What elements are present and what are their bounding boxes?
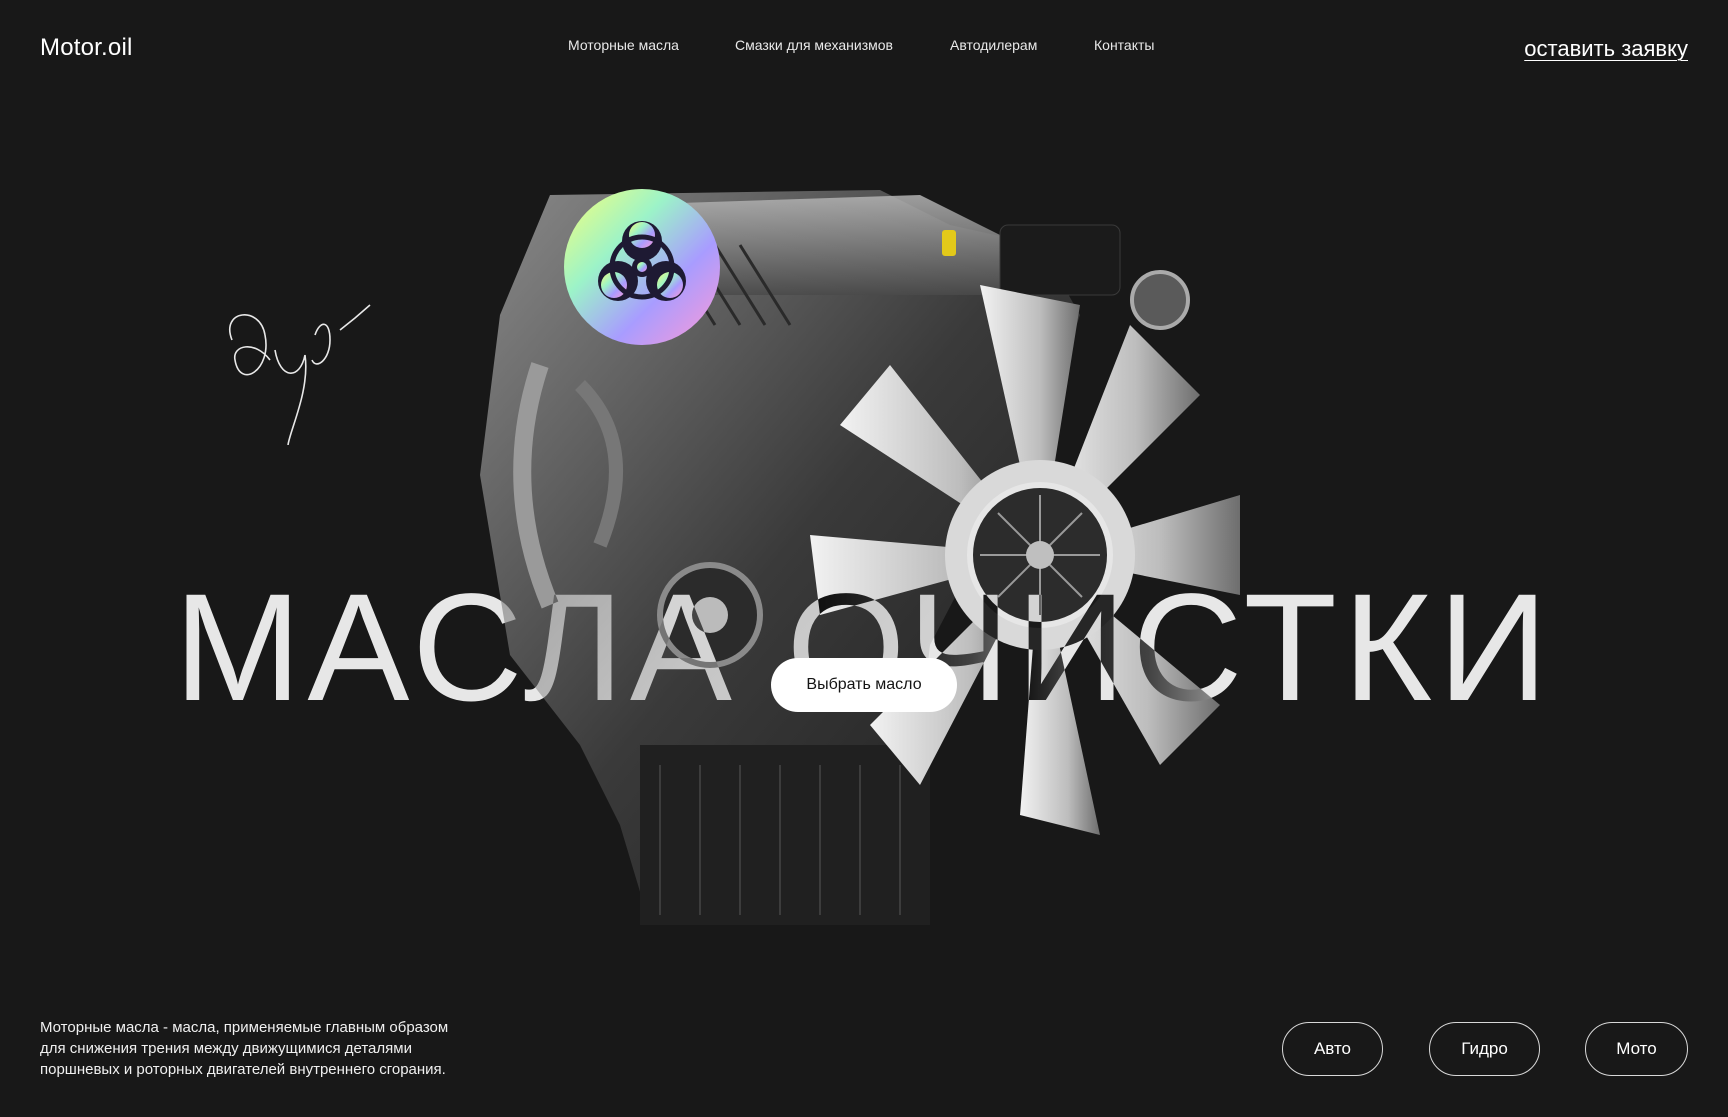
nav-item-dealers[interactable]: Автодилерам [950, 37, 1037, 53]
biohazard-icon [564, 189, 720, 345]
nav-item-motor-oils[interactable]: Моторные масла [568, 37, 679, 53]
nav-item-lubricants[interactable]: Смазки для механизмов [735, 37, 893, 53]
description-line: поршневых и роторных двигателей внутренн… [40, 1061, 446, 1078]
main-nav: Моторные масла Смазки для механизмов Авт… [0, 37, 1728, 57]
description-text: Моторные масла - масла, применяемые глав… [40, 1017, 560, 1080]
description-line: Моторные масла - масла, применяемые глав… [40, 1019, 449, 1036]
leave-request-link[interactable]: оставить заявку [1524, 36, 1688, 62]
choose-oil-button[interactable]: Выбрать масло [771, 658, 957, 712]
nav-item-contacts[interactable]: Контакты [1094, 37, 1154, 53]
description-line: для снижения трения между движущимися де… [40, 1040, 412, 1057]
category-moto-button[interactable]: Мото [1585, 1022, 1688, 1076]
engine-illustration [480, 189, 1240, 925]
category-hydro-button[interactable]: Гидро [1429, 1022, 1540, 1076]
signature-scribble [229, 304, 371, 445]
category-auto-button[interactable]: Авто [1282, 1022, 1383, 1076]
